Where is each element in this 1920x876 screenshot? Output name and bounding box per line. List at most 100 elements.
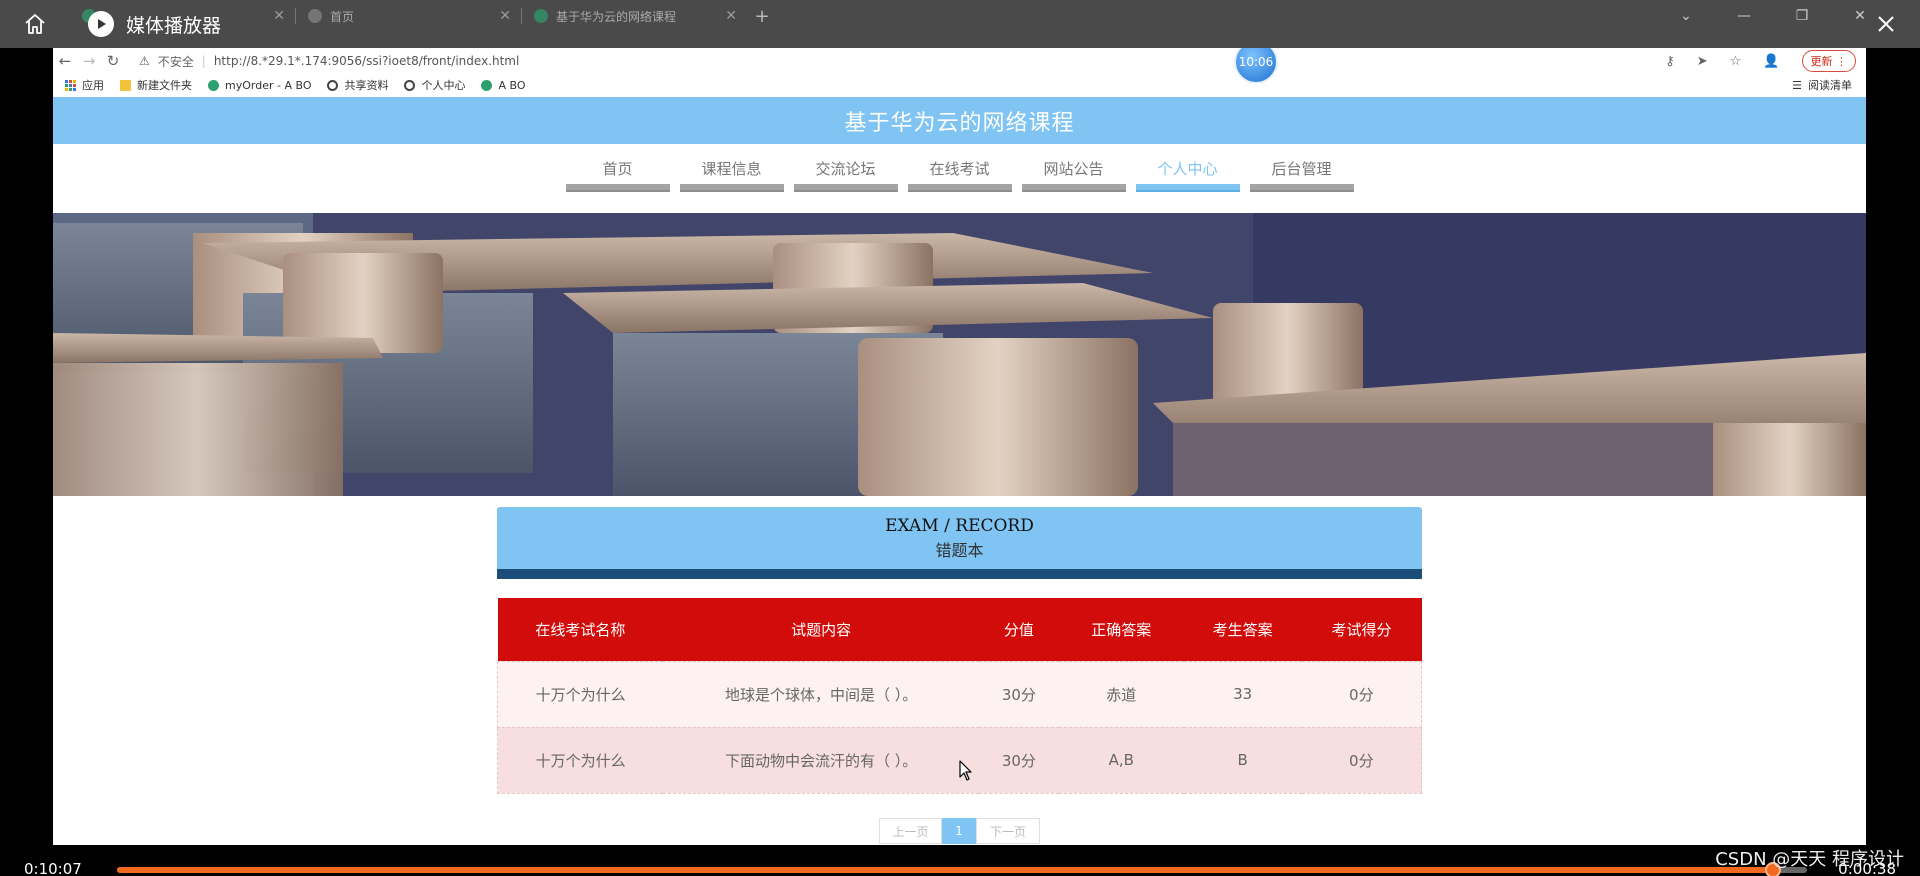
- section-title-cn: 错题本: [935, 541, 984, 560]
- tab-title: 基于华为云的网络课程: [556, 9, 677, 24]
- column-header-question: 试题内容: [663, 598, 979, 661]
- globe-icon: [308, 9, 322, 23]
- bookmark-label: 个人中心: [421, 79, 466, 92]
- profile-icon[interactable]: 👤: [1763, 54, 1779, 69]
- section-underline: [497, 569, 1422, 579]
- pagination: 上一页 1 下一页: [879, 818, 1040, 844]
- nav-item-notice[interactable]: 网站公告: [1021, 158, 1126, 194]
- cell-question: 地球是个球体，中间是（ ）。: [663, 660, 979, 728]
- watermark: CSDN @天天 程序设计: [1715, 849, 1904, 870]
- bookmark-label: myOrder - A BO: [225, 78, 312, 92]
- player-title-group: 媒体播放器: [88, 9, 221, 39]
- column-header-correct-answer: 正确答案: [1058, 598, 1184, 661]
- globe-icon: [327, 79, 339, 91]
- cell-exam-score: 0分: [1301, 660, 1422, 728]
- chevron-down-icon[interactable]: ⌄: [1666, 8, 1706, 24]
- browser-tab[interactable]: 首页 ✕: [296, 0, 521, 32]
- cell-score-value: 30分: [978, 726, 1059, 794]
- nav-underline: [1135, 184, 1240, 192]
- globe-icon: [404, 79, 416, 91]
- bookmark-label: A BO: [498, 78, 526, 92]
- star-icon[interactable]: ☆: [1730, 54, 1742, 69]
- cell-student-answer: 33: [1183, 660, 1302, 728]
- send-icon[interactable]: ➤: [1697, 54, 1708, 69]
- nav-item-exam[interactable]: 在线考试: [907, 158, 1012, 194]
- warning-icon: ⚠: [139, 54, 150, 68]
- progress-bar[interactable]: [117, 862, 1807, 876]
- nav-underline: [679, 184, 784, 192]
- section-header: EXAM / RECORD 错题本: [497, 507, 1422, 579]
- progress-fill: [117, 867, 1774, 873]
- cell-question: 下面动物中会流汗的有（ ）。: [663, 726, 979, 794]
- screen: ✕ 首页 ✕ 基于华为云的网络课程 ✕ + ⌄ — ❐ ✕ 媒体播放器 ← → …: [0, 0, 1920, 876]
- prev-page-button[interactable]: 上一页: [879, 818, 942, 844]
- vue-icon: [208, 79, 219, 91]
- nav-item-courses[interactable]: 课程信息: [679, 158, 784, 194]
- divider: |: [201, 54, 206, 68]
- key-icon[interactable]: ⚷: [1665, 54, 1675, 69]
- update-label: 更新: [1810, 55, 1833, 68]
- url-field[interactable]: ⚠ 不安全 | http://8.*29.1*.174:9056/ssi?ioe…: [139, 50, 1489, 72]
- player-bottom-bar: 0:10:07 0:00:38 CSDN @天天 程序设计: [0, 845, 1920, 876]
- section-title-en: EXAM / RECORD: [885, 516, 1034, 536]
- next-page-button[interactable]: 下一页: [976, 818, 1040, 844]
- address-tools: ⚷ ➤ ☆ 👤 更新 ⋮: [1665, 48, 1856, 74]
- classroom-banner-image: [53, 213, 1866, 496]
- cell-exam-name: 十万个为什么: [497, 726, 664, 794]
- player-title: 媒体播放器: [126, 14, 222, 37]
- site-header: 基于华为云的网络课程: [53, 97, 1866, 144]
- media-player-logo-icon: [88, 11, 114, 37]
- nav-underline: [565, 184, 670, 192]
- cell-score-value: 30分: [978, 660, 1059, 728]
- column-header-exam-score: 考试得分: [1301, 598, 1422, 661]
- bookmark-apps[interactable]: 应用: [65, 77, 104, 93]
- cell-correct-answer: 赤道: [1058, 660, 1184, 728]
- browser-tab-active[interactable]: 基于华为云的网络课程 ✕: [522, 0, 747, 32]
- column-header-score-value: 分值: [978, 598, 1059, 661]
- nav-item-forum[interactable]: 交流论坛: [793, 158, 898, 194]
- list-icon: ☰: [1792, 78, 1802, 92]
- vue-icon: [481, 79, 493, 91]
- update-button[interactable]: 更新 ⋮: [1801, 50, 1856, 72]
- mouse-cursor-icon: [959, 760, 973, 782]
- minimize-icon[interactable]: —: [1724, 8, 1764, 24]
- back-arrow-icon[interactable]: ←: [53, 52, 77, 70]
- vue-icon: [534, 9, 548, 23]
- address-bar: ← → ↻ ⚠ 不安全 | http://8.*29.1*.174:9056/s…: [53, 48, 1866, 74]
- column-header-exam-name: 在线考试名称: [497, 598, 664, 661]
- close-icon[interactable]: [1872, 10, 1900, 38]
- close-icon[interactable]: ✕: [273, 8, 285, 24]
- url-text: http://8.*29.1*.174:9056/ssi?ioet8/front…: [213, 54, 520, 68]
- bookmark-abo[interactable]: A BO: [481, 78, 526, 92]
- nav-item-admin[interactable]: 后台管理: [1249, 158, 1354, 194]
- current-time: 0:10:07: [24, 860, 82, 876]
- nav-item-home[interactable]: 首页: [565, 158, 670, 194]
- page-number-button[interactable]: 1: [942, 818, 976, 844]
- nav-item-personal[interactable]: 个人中心: [1135, 158, 1240, 194]
- column-header-student-answer: 考生答案: [1183, 598, 1302, 661]
- site-nav: 首页 课程信息 交流论坛 在线考试 网站公告 个人中心 后台管理: [53, 144, 1866, 202]
- bookmark-label: 新建文件夹: [137, 79, 192, 92]
- close-icon[interactable]: ✕: [725, 8, 737, 24]
- bookmark-folder[interactable]: 新建文件夹: [120, 77, 192, 93]
- nav-underline: [793, 184, 898, 192]
- bookmark-personal[interactable]: 个人中心: [404, 77, 465, 93]
- table-header-row: 在线考试名称 试题内容 分值 正确答案 考生答案 考试得分: [497, 598, 1422, 661]
- forward-arrow-icon[interactable]: →: [77, 52, 101, 70]
- browser-viewport: ← → ↻ ⚠ 不安全 | http://8.*29.1*.174:9056/s…: [53, 48, 1866, 845]
- close-icon[interactable]: ✕: [499, 8, 511, 24]
- reload-icon[interactable]: ↻: [101, 52, 125, 70]
- bookmark-label: 应用: [82, 79, 104, 92]
- bookmark-myorder[interactable]: myOrder - A BO: [208, 79, 311, 92]
- new-tab-button[interactable]: +: [747, 0, 777, 32]
- home-icon[interactable]: [20, 10, 50, 38]
- cell-correct-answer: A,B: [1058, 726, 1184, 794]
- cell-exam-name: 十万个为什么: [497, 660, 664, 728]
- security-label: 不安全: [157, 54, 194, 69]
- reading-list-button[interactable]: ☰ 阅读清单: [1792, 74, 1852, 96]
- player-top-bar: ✕ 首页 ✕ 基于华为云的网络课程 ✕ + ⌄ — ❐ ✕ 媒体播放器: [0, 0, 1920, 48]
- folder-icon: [120, 79, 131, 91]
- bookmark-shared[interactable]: 共享资料: [327, 77, 388, 93]
- table-row[interactable]: 十万个为什么 地球是个球体，中间是（ ）。 30分 赤道 33 0分: [497, 660, 1422, 728]
- restore-icon[interactable]: ❐: [1782, 8, 1822, 24]
